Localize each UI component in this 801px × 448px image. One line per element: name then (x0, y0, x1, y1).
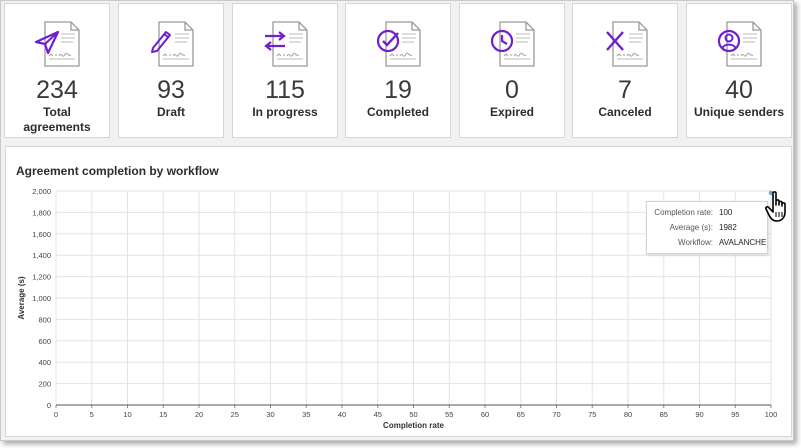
x-tick-label: 90 (695, 410, 703, 419)
x-tick-label: 80 (624, 410, 632, 419)
x-tick-label: 85 (660, 410, 668, 419)
y-tick-label: 2,000 (32, 187, 51, 196)
stat-label: Expired (489, 105, 534, 119)
x-tick-label: 0 (54, 410, 58, 419)
y-tick-label: 1,000 (32, 294, 51, 303)
stat-value: 93 (157, 76, 185, 104)
send-icon (34, 21, 80, 67)
tooltip-average-value: 1982 (719, 223, 737, 232)
chart-tooltip: Completion rate: 100 Average (s): 1982 W… (646, 201, 768, 254)
x-tick-label: 40 (338, 410, 346, 419)
x-axis-label: Completion rate (383, 421, 444, 430)
stat-value: 7 (618, 76, 632, 104)
stat-card-unique-senders[interactable]: 40 Unique senders (686, 3, 792, 138)
tooltip-workflow-value: AVALANCHE (719, 238, 767, 247)
stat-label: Unique senders (693, 105, 785, 119)
stat-card-canceled[interactable]: 7 Canceled (572, 3, 678, 138)
y-tick-label: 1,400 (32, 251, 51, 260)
y-tick-label: 600 (38, 337, 51, 346)
x-tick-label: 20 (195, 410, 203, 419)
tooltip-completion-key: Completion rate: (654, 208, 713, 217)
stat-label: Draft (156, 105, 185, 119)
y-tick-label: 200 (38, 380, 51, 389)
clock-icon (490, 21, 535, 67)
x-cancel-icon (606, 21, 648, 67)
scatter-chart: 02004006008001,0001,2001,4001,6001,8002,… (17, 187, 778, 430)
y-tick-label: 1,600 (32, 230, 51, 239)
stat-label: Canceled (598, 105, 652, 119)
stat-value: 19 (384, 76, 412, 104)
stat-card-in-progress[interactable]: 115 In progress (232, 3, 338, 138)
stat-value: 40 (725, 76, 753, 104)
x-tick-label: 55 (445, 410, 453, 419)
x-tick-label: 15 (159, 410, 167, 419)
stat-card-expired[interactable]: 0 Expired (459, 3, 565, 138)
stat-label: Completed (366, 105, 429, 119)
stat-card-total-agreements[interactable]: 234 Total agreements (4, 3, 110, 138)
check-circle-icon (376, 21, 421, 67)
x-tick-label: 25 (231, 410, 239, 419)
draft-pen-icon (151, 21, 194, 67)
swap-arrows-icon (264, 21, 308, 67)
x-tick-label: 75 (588, 410, 596, 419)
stat-value: 234 (36, 76, 78, 104)
x-tick-label: 60 (481, 410, 489, 419)
x-tick-label: 95 (731, 410, 739, 419)
x-tick-label: 65 (517, 410, 525, 419)
x-tick-label: 50 (409, 410, 417, 419)
y-tick-label: 800 (38, 315, 51, 324)
stat-value: 115 (265, 76, 305, 104)
stat-label: In progress (252, 105, 318, 119)
x-tick-label: 30 (266, 410, 274, 419)
x-tick-label: 70 (552, 410, 560, 419)
y-tick-label: 1,200 (32, 273, 51, 282)
stat-label: Total agreements (23, 105, 91, 134)
x-tick-label: 45 (374, 410, 382, 419)
tooltip-completion-value: 100 (719, 208, 733, 217)
stat-card-completed[interactable]: 19 Completed (345, 3, 451, 138)
stat-card-draft[interactable]: 93 Draft (118, 3, 224, 138)
tooltip-average-key: Average (s): (669, 223, 713, 232)
x-tick-label: 10 (123, 410, 131, 419)
y-tick-label: 1,800 (32, 208, 51, 217)
y-tick-label: 0 (47, 401, 51, 410)
user-circle-icon (717, 21, 762, 67)
tooltip-workflow-key: Workflow: (678, 238, 713, 247)
x-tick-label: 100 (765, 410, 778, 419)
stat-value: 0 (505, 76, 519, 104)
x-tick-label: 5 (90, 410, 94, 419)
dashboard-frame: 234 Total agreements 93 Draft 115 In progress… (0, 0, 794, 441)
chart-panel: Agreement completion by workflow 0 200 400… (5, 146, 792, 437)
y-tick-label: 400 (38, 358, 51, 367)
y-axis-label: Average (s) (17, 276, 26, 320)
x-tick-label: 35 (302, 410, 310, 419)
hand-cursor-icon (765, 191, 786, 222)
